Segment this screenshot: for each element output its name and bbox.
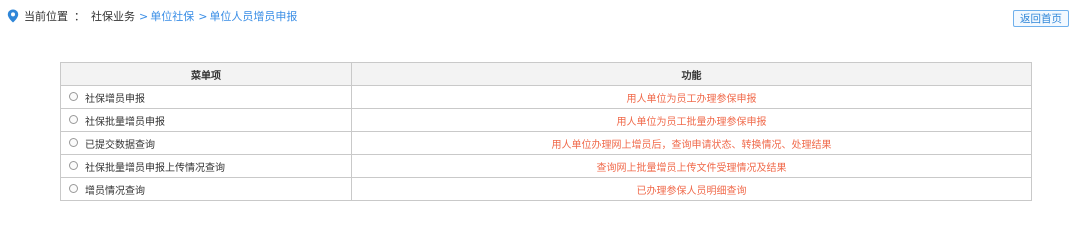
breadcrumb-link-unit-social-security[interactable]: 单位社保 bbox=[150, 9, 194, 25]
radio-icon[interactable] bbox=[69, 161, 78, 170]
menu-item-cell: 社保增员申报 bbox=[60, 85, 352, 109]
breadcrumb-colon: ： bbox=[74, 10, 85, 23]
table-row: 增员情况查询 已办理参保人员明细查询 bbox=[60, 177, 1032, 201]
column-header-function: 功能 bbox=[351, 62, 1032, 86]
function-description: 已办理参保人员明细查询 bbox=[351, 177, 1032, 201]
radio-icon[interactable] bbox=[69, 138, 78, 147]
menu-item-label[interactable]: 社保增员申报 bbox=[85, 94, 145, 105]
breadcrumb-link-staff-increase[interactable]: 单位人员增员申报 bbox=[209, 9, 297, 25]
breadcrumb-label: 当前位置 bbox=[24, 10, 68, 23]
table-row: 社保批量增员申报 用人单位为员工批量办理参保申报 bbox=[60, 108, 1032, 132]
menu-table: 菜单项 功能 社保增员申报 用人单位为员工办理参保申报 社保批量增员申报 用人单… bbox=[60, 62, 1032, 201]
table-header-row: 菜单项 功能 bbox=[60, 62, 1032, 86]
breadcrumb: 当前位置 ： 社保业务 > 单位社保 > 单位人员增员申报 bbox=[24, 9, 297, 25]
breadcrumb-current: 社保业务 bbox=[91, 10, 135, 23]
column-header-item: 菜单项 bbox=[60, 62, 352, 86]
menu-item-cell: 已提交数据查询 bbox=[60, 131, 352, 155]
return-home-button[interactable]: 返回首页 bbox=[1013, 10, 1069, 27]
breadcrumb-arrow: > bbox=[198, 10, 208, 23]
location-pin-icon bbox=[7, 9, 19, 23]
radio-icon[interactable] bbox=[69, 184, 78, 193]
menu-item-label[interactable]: 已提交数据查询 bbox=[85, 140, 155, 151]
function-description: 用人单位为员工办理参保申报 bbox=[351, 85, 1032, 109]
table-row: 社保增员申报 用人单位为员工办理参保申报 bbox=[60, 85, 1032, 109]
function-description: 用人单位办理网上增员后，查询申请状态、转换情况、处理结果 bbox=[351, 131, 1032, 155]
menu-item-label[interactable]: 社保批量增员申报上传情况查询 bbox=[85, 163, 225, 174]
table-row: 已提交数据查询 用人单位办理网上增员后，查询申请状态、转换情况、处理结果 bbox=[60, 131, 1032, 155]
radio-icon[interactable] bbox=[69, 92, 78, 101]
menu-item-label[interactable]: 增员情况查询 bbox=[85, 186, 145, 197]
menu-item-cell: 社保批量增员申报 bbox=[60, 108, 352, 132]
table-row: 社保批量增员申报上传情况查询 查询网上批量增员上传文件受理情况及结果 bbox=[60, 154, 1032, 178]
breadcrumb-arrow: > bbox=[139, 10, 149, 23]
menu-item-label[interactable]: 社保批量增员申报 bbox=[85, 117, 165, 128]
function-description: 用人单位为员工批量办理参保申报 bbox=[351, 108, 1032, 132]
menu-item-cell: 社保批量增员申报上传情况查询 bbox=[60, 154, 352, 178]
function-description: 查询网上批量增员上传文件受理情况及结果 bbox=[351, 154, 1032, 178]
radio-icon[interactable] bbox=[69, 115, 78, 124]
menu-item-cell: 增员情况查询 bbox=[60, 177, 352, 201]
top-bar: 当前位置 ： 社保业务 > 单位社保 > 单位人员增员申报 返回首页 bbox=[0, 0, 1080, 36]
